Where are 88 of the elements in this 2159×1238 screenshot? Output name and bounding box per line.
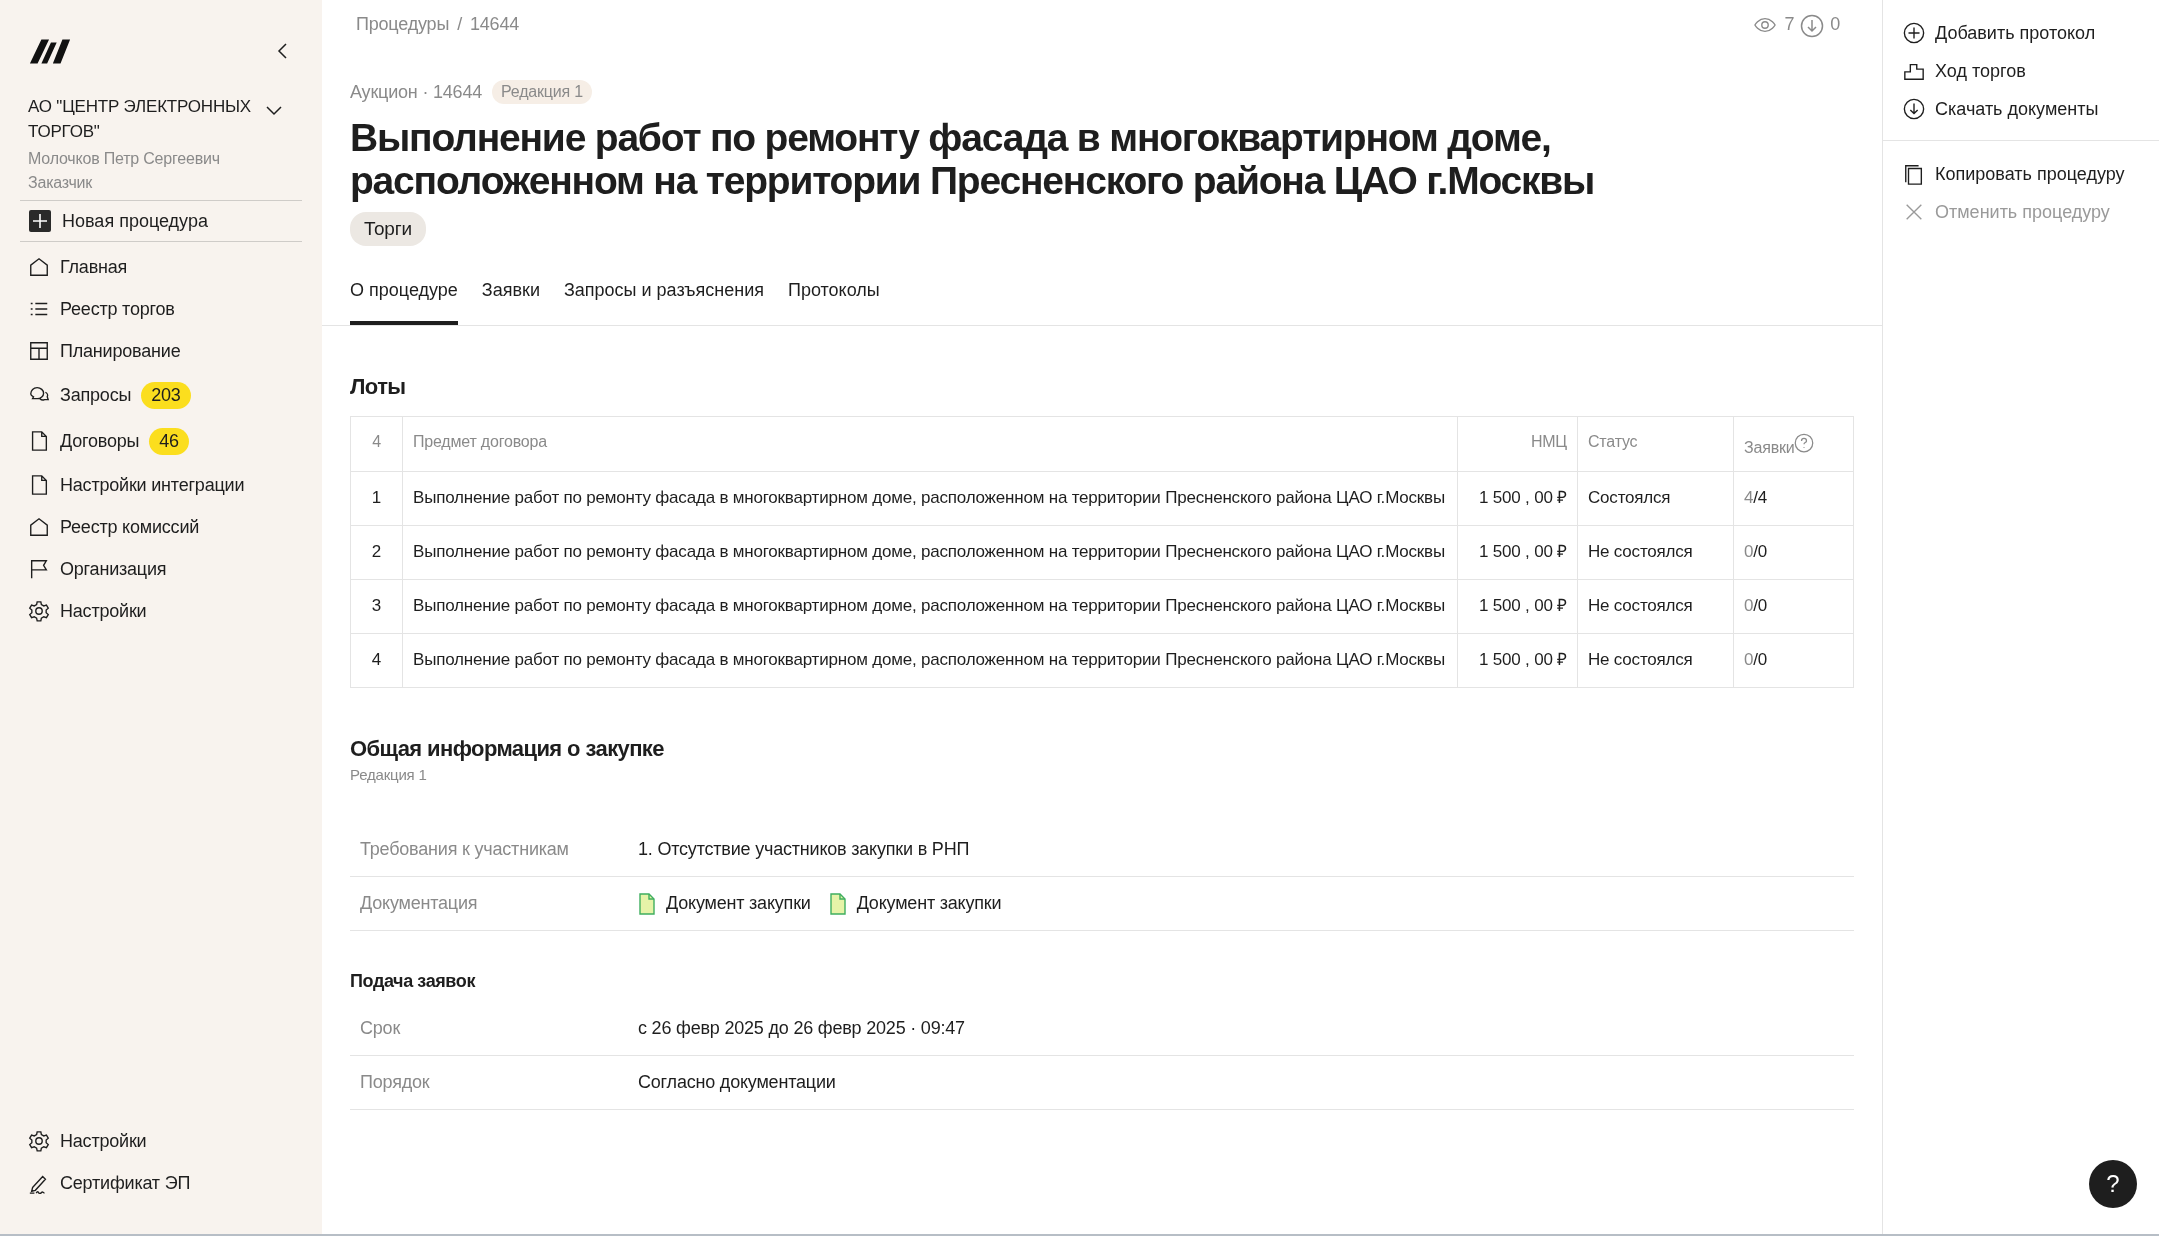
action-link[interactable]: Добавить протокол xyxy=(1883,14,2159,52)
nav-item[interactable]: Главная xyxy=(20,246,302,288)
document-link[interactable]: Документ закупки xyxy=(828,892,1002,915)
flag-icon xyxy=(28,558,50,580)
tab[interactable]: О процедуре xyxy=(350,280,458,325)
table-cell: 1 500 , 00 ₽ xyxy=(1457,633,1578,688)
chevron-left-icon xyxy=(276,42,290,60)
table-cell: 1 500 , 00 ₽ xyxy=(1457,471,1578,526)
help-icon xyxy=(1794,433,1815,453)
document-link[interactable]: Документ закупки xyxy=(638,892,811,915)
action-link[interactable]: Копировать процедуру xyxy=(1883,155,2159,193)
table-cell: Не состоялся xyxy=(1577,525,1734,580)
download-icon xyxy=(1800,14,1825,38)
section-title: Лоты xyxy=(350,374,407,400)
home-icon xyxy=(28,256,50,278)
count-badge: 203 xyxy=(141,381,191,409)
chevron-down-icon xyxy=(266,106,282,116)
nav-item[interactable]: Сертификат ЭП xyxy=(20,1162,302,1204)
table-icon xyxy=(28,340,50,362)
table-cell: Выполнение работ по ремонту фасада в многоквартирном доме, расположенном на территории Пресненского района ЦАО г.Москвы xyxy=(402,525,1458,580)
field-label: Срок xyxy=(360,1018,402,1039)
column-header: 4 xyxy=(350,416,403,472)
procedure-title: Выполнение работ по ремонту фасада в многоквартирном доме, расположенном на территории Пресненского района ЦАО г.Москвы xyxy=(350,116,1596,202)
user-name: Молочков Петр Сергеевич xyxy=(28,150,221,168)
nav-item[interactable]: Планирование xyxy=(20,330,302,372)
table-cell: Не состоялся xyxy=(1577,579,1734,634)
download-icon xyxy=(1903,98,1925,120)
field-value: 1. Отсутствие участников закупки в РНП xyxy=(638,839,970,860)
section-title: Общая информация о закупке xyxy=(350,736,665,762)
table-cell: 0/0 xyxy=(1733,633,1854,688)
procedure-type: Аукцион · 14644 xyxy=(350,81,483,103)
table-cell: 1 500 , 00 ₽ xyxy=(1457,525,1578,580)
download-count: 0 xyxy=(1830,14,1840,35)
table-cell: 0/0 xyxy=(1733,525,1854,580)
table-cell: 4/4 xyxy=(1733,471,1854,526)
nav-item[interactable]: Договоры 46 xyxy=(20,418,302,464)
table-cell: Выполнение работ по ремонту фасада в многоквартирном доме, расположенном на территории Пресненского района ЦАО г.Москвы xyxy=(402,471,1458,526)
field-value: Согласно документации xyxy=(638,1072,836,1093)
table-cell: 2 xyxy=(350,525,403,580)
tab[interactable]: Заявки xyxy=(481,280,540,325)
breadcrumb-separator: / xyxy=(457,14,462,36)
column-header: Статус xyxy=(1577,416,1734,472)
table-cell: Выполнение работ по ремонту фасада в многоквартирном доме, расположенном на территории Пресненского района ЦАО г.Москвы xyxy=(402,633,1458,688)
field-value: с 26 февр 2025 до 26 февр 2025 · 09:47 xyxy=(638,1018,965,1039)
new-procedure-button[interactable]: Новая процедура xyxy=(20,200,302,242)
field-label: Документация xyxy=(360,893,479,914)
help-button[interactable]: ? xyxy=(2089,1160,2137,1208)
nav-item[interactable]: Организация xyxy=(20,548,302,590)
table-cell: Состоялся xyxy=(1577,471,1734,526)
tag: Торги xyxy=(350,212,426,246)
tab[interactable]: Запросы и разъяснения xyxy=(563,280,764,325)
collapse-button[interactable] xyxy=(276,42,290,60)
table-cell: 1 500 , 00 ₽ xyxy=(1457,579,1578,634)
action-link[interactable]: Ход торгов xyxy=(1883,52,2159,90)
nav-item[interactable]: Настройки xyxy=(20,1120,302,1162)
table-cell: 0/0 xyxy=(1733,579,1854,634)
field-label: Требования к участникам xyxy=(360,839,570,860)
home-icon xyxy=(28,516,50,538)
nav-item[interactable]: Настройки xyxy=(20,590,302,632)
document-icon xyxy=(638,892,656,915)
organization-name[interactable]: АО "ЦЕНТР ЭЛЕКТРОННЫХ ТОРГОВ" xyxy=(28,94,268,144)
column-header: НМЦ xyxy=(1457,416,1578,472)
settings-icon xyxy=(28,1130,50,1152)
document-icon xyxy=(828,892,847,915)
nav-item[interactable]: Настройки интеграции xyxy=(20,464,302,506)
tab[interactable]: Протоколы xyxy=(787,280,880,325)
revision-label: Редакция 1 xyxy=(350,766,428,783)
nav-item[interactable]: Реестр торгов xyxy=(20,288,302,330)
user-role: Заказчик xyxy=(28,174,94,192)
view-count: 7 xyxy=(1784,14,1795,35)
copy-icon xyxy=(1903,163,1925,185)
revision-badge: Редакция 1 xyxy=(492,80,592,104)
nav-item[interactable]: Запросы 203 xyxy=(20,372,302,418)
subsection-title: Подача заявок xyxy=(350,971,477,992)
plus-square-icon xyxy=(28,209,52,233)
count-badge: 46 xyxy=(149,427,189,455)
column-header: Предмет договора xyxy=(402,416,1458,472)
column-header: Заявки xyxy=(1744,439,1795,456)
table-cell: Не состоялся xyxy=(1577,633,1734,688)
nav-item[interactable]: Реестр комиссий xyxy=(20,506,302,548)
table-cell: 3 xyxy=(350,579,403,634)
field-label: Порядок xyxy=(360,1072,431,1093)
action-link[interactable]: Скачать документы xyxy=(1883,90,2159,128)
table-cell: 4 xyxy=(350,633,403,688)
table-cell: 1 xyxy=(350,471,403,526)
add-circle-icon xyxy=(1903,22,1925,44)
table-cell: Выполнение работ по ремонту фасада в многоквартирном доме, расположенном на территории Пресненского района ЦАО г.Москвы xyxy=(402,579,1458,634)
settings-icon xyxy=(28,600,50,622)
